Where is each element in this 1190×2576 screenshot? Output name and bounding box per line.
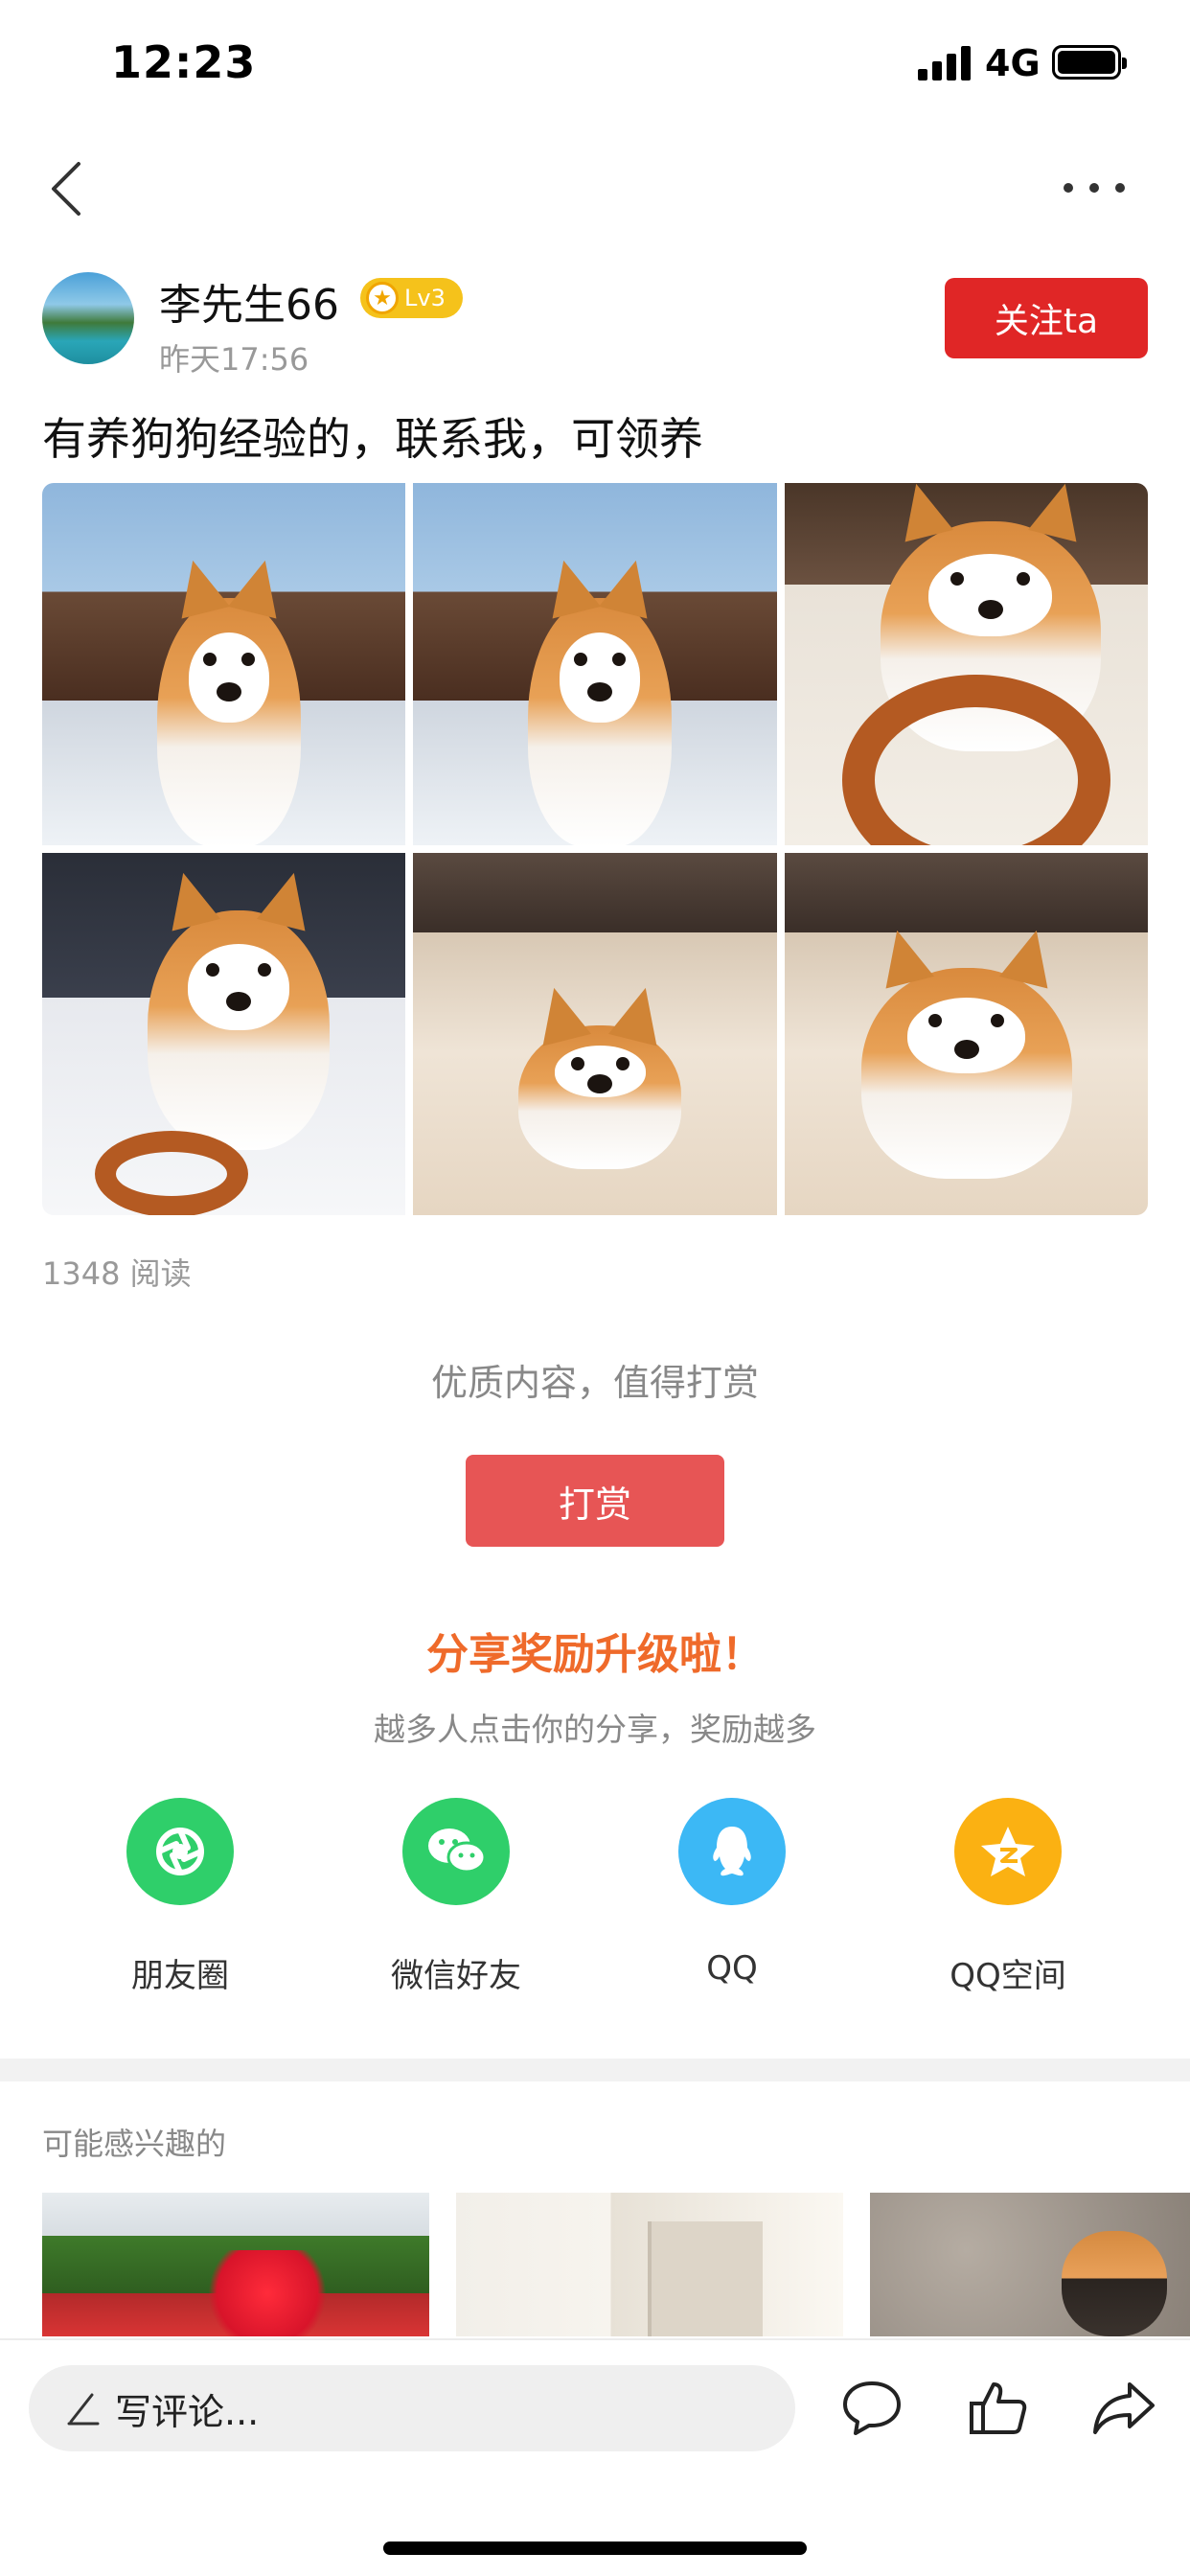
- reward-button[interactable]: 打赏: [466, 1455, 724, 1547]
- share-button[interactable]: [1090, 2373, 1159, 2442]
- reward-hint: 优质内容，值得打赏: [430, 1362, 759, 1404]
- post-image-corgi-sitting[interactable]: [42, 483, 406, 845]
- share-qq-label: QQ: [706, 1949, 758, 1988]
- back-button[interactable]: [42, 155, 90, 222]
- recommend-card-flowers[interactable]: [42, 2193, 429, 2336]
- recommend-title: 可能感兴趣的: [42, 2126, 227, 2162]
- level-label: Lv3: [404, 285, 446, 311]
- level-badge: ★ Lv3: [360, 278, 463, 318]
- share-arrow-icon: [1093, 2382, 1155, 2434]
- comment-button[interactable]: [837, 2373, 906, 2442]
- wechat-icon: [402, 1798, 510, 1905]
- star-icon: ★: [366, 282, 399, 314]
- comment-placeholder: 写评论...: [115, 2390, 260, 2433]
- moments-icon: [126, 1798, 234, 1905]
- more-button[interactable]: [1064, 169, 1125, 207]
- follow-button[interactable]: 关注ta: [945, 278, 1148, 358]
- bottom-bar: 写评论...: [0, 2338, 1190, 2576]
- pen-icon: [67, 2393, 100, 2426]
- post-time: 昨天17:56: [159, 341, 309, 378]
- post-image-corgi-donut[interactable]: [42, 853, 406, 1215]
- avatar[interactable]: [42, 272, 134, 364]
- share-title: 分享奖励升级啦！: [426, 1630, 764, 1679]
- battery-icon: [1052, 45, 1127, 80]
- post-image-corgi-chew-ring[interactable]: [784, 483, 1148, 845]
- qzone-icon: [954, 1798, 1062, 1905]
- comment-input[interactable]: 写评论...: [29, 2365, 795, 2451]
- author-name[interactable]: 李先生66: [159, 270, 339, 332]
- image-grid: [42, 483, 1148, 1215]
- more-dot-icon: [1064, 183, 1073, 193]
- comment-bubble-icon: [843, 2381, 901, 2435]
- share-qq-button[interactable]: QQ: [636, 1798, 828, 1988]
- post-image-corgi-standing[interactable]: [784, 853, 1148, 1215]
- share-qzone-button[interactable]: QQ空间: [912, 1798, 1104, 1996]
- share-wechat-label: 微信好友: [391, 1957, 521, 1995]
- share-wechat-button[interactable]: 微信好友: [360, 1798, 552, 1996]
- status-bar: 12:23 4G: [0, 0, 1190, 134]
- share-qzone-label: QQ空间: [950, 1957, 1066, 1995]
- like-button[interactable]: [964, 2373, 1033, 2442]
- thumbs-up-icon: [970, 2382, 1027, 2434]
- post-image-corgi-sitting-duplicate[interactable]: [413, 483, 777, 845]
- signal-icon: [918, 46, 972, 80]
- qq-icon: [678, 1798, 786, 1905]
- recommend-card-room[interactable]: [456, 2193, 843, 2336]
- recommend-card-corgi[interactable]: [870, 2193, 1190, 2336]
- share-moments-button[interactable]: 朋友圈: [84, 1798, 276, 1996]
- section-divider: [0, 2058, 1190, 2082]
- more-dot-icon: [1089, 183, 1099, 193]
- chevron-left-icon: [52, 162, 80, 216]
- status-time: 12:23: [111, 36, 257, 88]
- network-label: 4G: [985, 42, 1041, 84]
- post-title: 有养狗狗经验的，联系我，可领养: [42, 413, 703, 465]
- share-moments-label: 朋友圈: [131, 1957, 229, 1995]
- read-count: 1348 阅读: [42, 1255, 192, 1292]
- post-image-corgi-lying[interactable]: [413, 853, 777, 1215]
- home-indicator: [383, 2542, 807, 2555]
- more-dot-icon: [1115, 183, 1125, 193]
- share-subtitle: 越多人点击你的分享，奖励越多: [374, 1711, 816, 1748]
